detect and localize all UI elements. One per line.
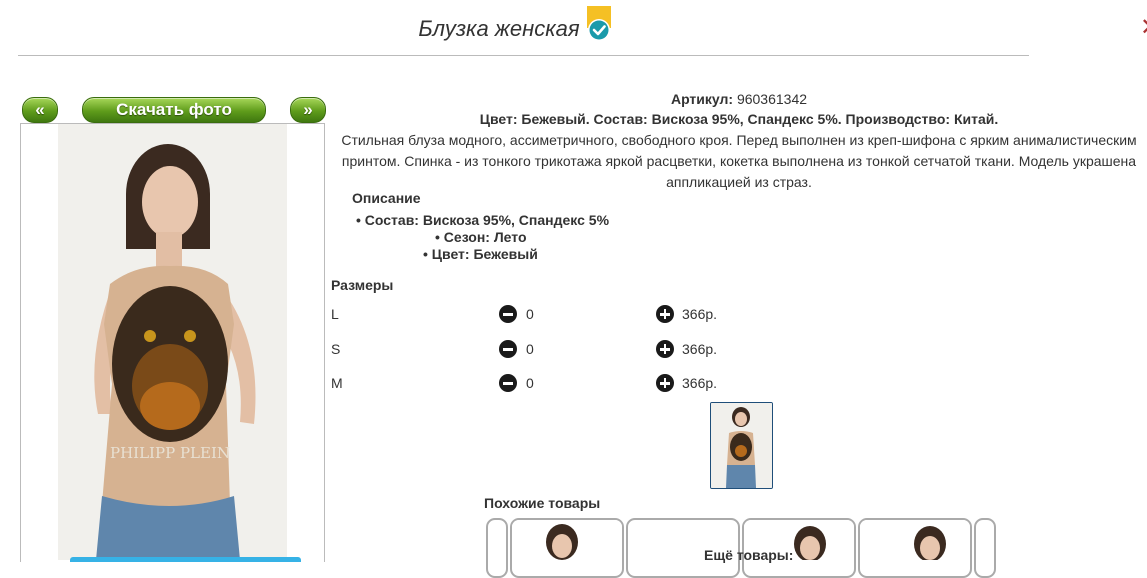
minus-icon[interactable] xyxy=(499,374,517,392)
size-row-m: M 0 366р. xyxy=(331,374,751,395)
description-line: принтом. Спинка - из тонкого трикотажа я… xyxy=(341,153,1137,169)
quantity-value: 0 xyxy=(526,375,534,391)
product-card[interactable] xyxy=(858,518,972,578)
page-title: Блузка женская xyxy=(0,6,1030,44)
plus-icon[interactable] xyxy=(656,374,674,392)
photo-thumbnail[interactable] xyxy=(710,402,773,489)
article-label: Артикул: xyxy=(670,91,734,107)
more-products-title: Ещё товары: xyxy=(704,547,794,563)
article-line: Артикул: 960361342 xyxy=(331,91,1147,107)
prev-photo-button[interactable]: « xyxy=(22,97,58,123)
price-value: 366р. xyxy=(682,341,718,357)
carousel-prev-card[interactable] xyxy=(486,518,508,578)
quantity-value: 0 xyxy=(526,306,534,322)
print-text: PHILIPP PLEIN xyxy=(110,444,230,462)
plus-icon[interactable] xyxy=(656,305,674,323)
spec-line: Цвет: Бежевый. Состав: Вискоза 95%, Спан… xyxy=(479,111,999,127)
price-value: 366р. xyxy=(682,375,718,391)
carousel-next-card[interactable] xyxy=(974,518,996,578)
price-value: 366р. xyxy=(682,306,718,322)
size-row-l: L 0 366р. xyxy=(331,305,751,326)
size-row-s: S 0 366р. xyxy=(331,340,751,361)
minus-icon[interactable] xyxy=(499,340,517,358)
description-line: аппликацией из страз. xyxy=(666,174,812,190)
download-photo-button[interactable]: Скачать фото xyxy=(82,97,266,123)
plus-icon[interactable] xyxy=(656,340,674,358)
product-title: Блузка женская xyxy=(418,16,580,41)
verified-badge-icon xyxy=(586,6,612,44)
sizes-title: Размеры xyxy=(331,277,394,293)
article-value: 960361342 xyxy=(736,91,808,107)
photo-scrollbar[interactable] xyxy=(70,557,301,562)
header-divider xyxy=(18,55,1029,56)
description-line: Стильная блуза модного, ассиметричного, … xyxy=(341,132,1137,148)
quantity-value: 0 xyxy=(526,341,534,357)
product-card[interactable] xyxy=(510,518,624,578)
product-photo[interactable]: PHILIPP PLEIN xyxy=(58,124,287,560)
next-photo-button[interactable]: » xyxy=(290,97,326,123)
size-label: S xyxy=(331,341,341,357)
features-title: Описание xyxy=(352,190,421,206)
size-label: M xyxy=(331,375,343,391)
product-description: Стильная блуза модного, ассиметричного, … xyxy=(331,130,1147,193)
feature-item: • Цвет: Бежевый xyxy=(423,246,538,262)
feature-item: • Состав: Вискоза 95%, Спандекс 5% xyxy=(356,212,610,228)
feature-item: • Сезон: Лето xyxy=(435,229,527,245)
similar-products-title: Похожие товары xyxy=(484,495,601,511)
close-icon[interactable]: ✕ xyxy=(1140,16,1147,40)
size-label: L xyxy=(331,306,339,322)
minus-icon[interactable] xyxy=(499,305,517,323)
